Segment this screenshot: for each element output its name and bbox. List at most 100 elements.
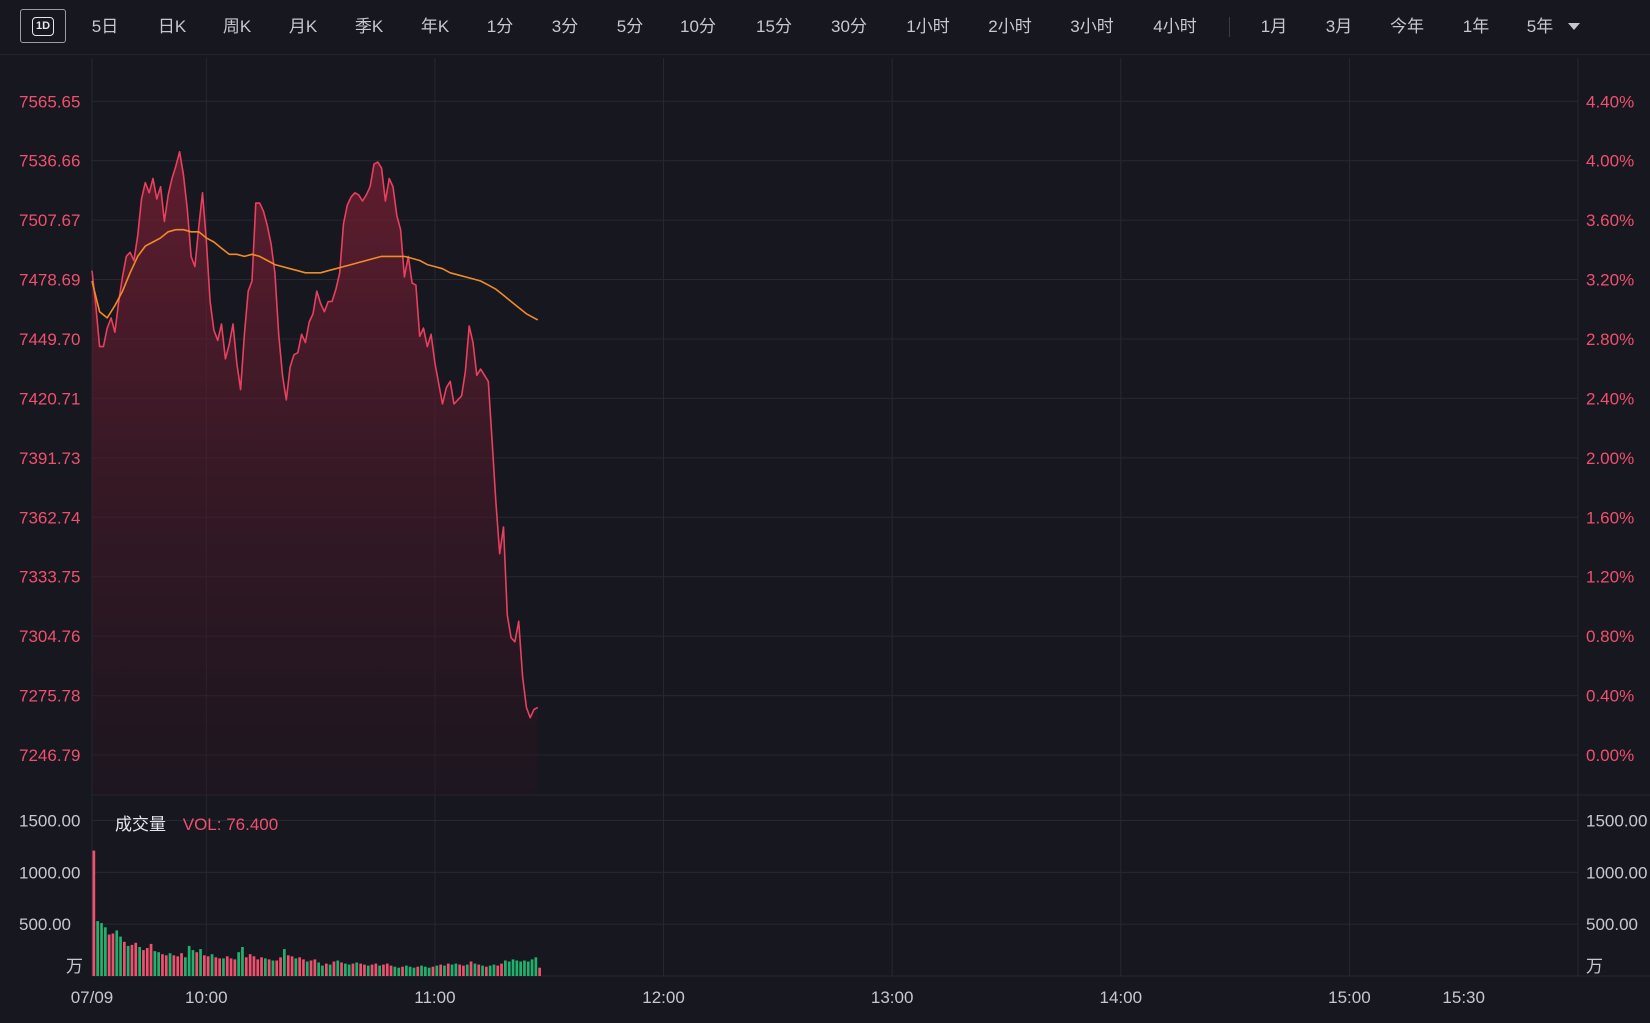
volume-bar [496, 965, 500, 976]
volume-bar [355, 962, 359, 976]
volume-bar [115, 930, 119, 976]
volume-bar [481, 965, 484, 976]
volume-bar [378, 965, 381, 976]
volume-bar [237, 952, 240, 976]
time-tick-label: 11:00 [414, 988, 455, 1007]
volume-bar [504, 960, 507, 976]
time-tick-label: 07/09 [71, 988, 114, 1007]
price-area [92, 151, 538, 796]
volume-bar [244, 957, 248, 976]
volume-bar [145, 948, 149, 976]
pct-tick-label: 3.20% [1586, 271, 1634, 290]
volume-bar [313, 959, 317, 976]
volume-bar [206, 956, 210, 976]
volume-bar [450, 964, 454, 976]
volume-legend-value: VOL: 76.400 [182, 815, 279, 834]
volume-bar [401, 966, 404, 976]
volume-bar [526, 961, 530, 976]
volume-bar [210, 954, 214, 976]
volume-bar [264, 958, 267, 976]
volume-bar [184, 957, 187, 976]
volume-bar [332, 961, 336, 976]
price-tick-label: 7304.76 [19, 627, 80, 646]
volume-bar [92, 850, 96, 976]
pct-tick-label: 3.60% [1586, 211, 1634, 230]
volume-bar [153, 951, 157, 976]
volume-bar [302, 959, 305, 976]
volume-bar [100, 923, 103, 976]
pct-tick-label: 0.80% [1586, 627, 1634, 646]
volume-bar [454, 963, 458, 976]
pct-tick-label: 0.40% [1586, 687, 1634, 706]
volume-bar [458, 964, 461, 976]
pct-tick-label: 1.20% [1586, 568, 1634, 587]
volume-bar [446, 963, 450, 976]
volume-bar [130, 944, 134, 976]
volume-bar [469, 961, 473, 976]
volume-bar [519, 961, 522, 976]
volume-bar [157, 952, 160, 976]
price-tick-label: 7333.75 [19, 568, 80, 587]
time-tick-label: 14:00 [1099, 988, 1142, 1007]
volume-bar [199, 949, 202, 976]
volume-bar [294, 958, 298, 976]
volume-bar [511, 959, 515, 976]
volume-bar [523, 960, 526, 976]
volume-bar [325, 963, 328, 976]
price-tick-label: 7478.69 [19, 271, 80, 290]
price-tick-label: 7420.71 [19, 389, 80, 408]
volume-tick-label: 1000.00 [19, 863, 80, 882]
pct-tick-label: 2.40% [1586, 389, 1634, 408]
volume-bar [538, 967, 541, 976]
volume-bar [229, 958, 233, 976]
volume-bar [344, 963, 347, 976]
volume-bar [279, 957, 282, 976]
volume-bar [104, 927, 107, 976]
volume-bar [488, 965, 492, 976]
volume-bar [248, 954, 252, 976]
pct-tick-label: 4.00% [1586, 152, 1634, 171]
volume-bar [309, 960, 313, 976]
volume-bar [142, 950, 145, 976]
volume-bar [393, 966, 397, 976]
volume-bar [203, 955, 206, 976]
volume-bar [347, 964, 351, 976]
pct-tick-label: 4.40% [1586, 92, 1634, 111]
volume-tick-label: 万 [66, 957, 83, 976]
volume-bar [275, 960, 279, 976]
volume-bar [191, 950, 195, 976]
volume-bar [363, 964, 366, 976]
volume-bar [530, 959, 534, 976]
pct-tick-label: 2.00% [1586, 449, 1634, 468]
volume-bar [366, 965, 370, 976]
volume-bar [420, 965, 423, 976]
volume-bar [119, 936, 122, 976]
volume-bar [126, 945, 130, 976]
volume-bar [351, 963, 355, 976]
volume-bar [340, 962, 343, 976]
volume-bar [267, 959, 271, 976]
volume-bar [134, 942, 138, 976]
pct-tick-label: 1.60% [1586, 508, 1634, 527]
volume-bar [195, 952, 199, 976]
volume-bar [435, 965, 439, 976]
volume-bar [336, 960, 340, 976]
volume-bar [187, 945, 191, 976]
volume-bar [111, 933, 115, 976]
price-tick-label: 7362.74 [19, 508, 80, 527]
volume-bar [427, 967, 431, 976]
pct-tick-label: 0.00% [1586, 746, 1634, 765]
volume-bar [485, 966, 488, 976]
volume-bar [500, 963, 503, 976]
volume-bar [168, 953, 172, 976]
time-tick-label: 12:00 [642, 988, 685, 1007]
time-tick-label: 15:00 [1328, 988, 1371, 1007]
volume-bar [305, 961, 309, 976]
volume-bar [374, 963, 378, 976]
volume-bar [107, 934, 111, 976]
volume-bar [96, 921, 99, 976]
volume-bar [298, 957, 301, 976]
volume-bar [328, 964, 332, 976]
volume-tick-label-right: 500.00 [1586, 915, 1638, 934]
volume-bar [138, 947, 141, 976]
